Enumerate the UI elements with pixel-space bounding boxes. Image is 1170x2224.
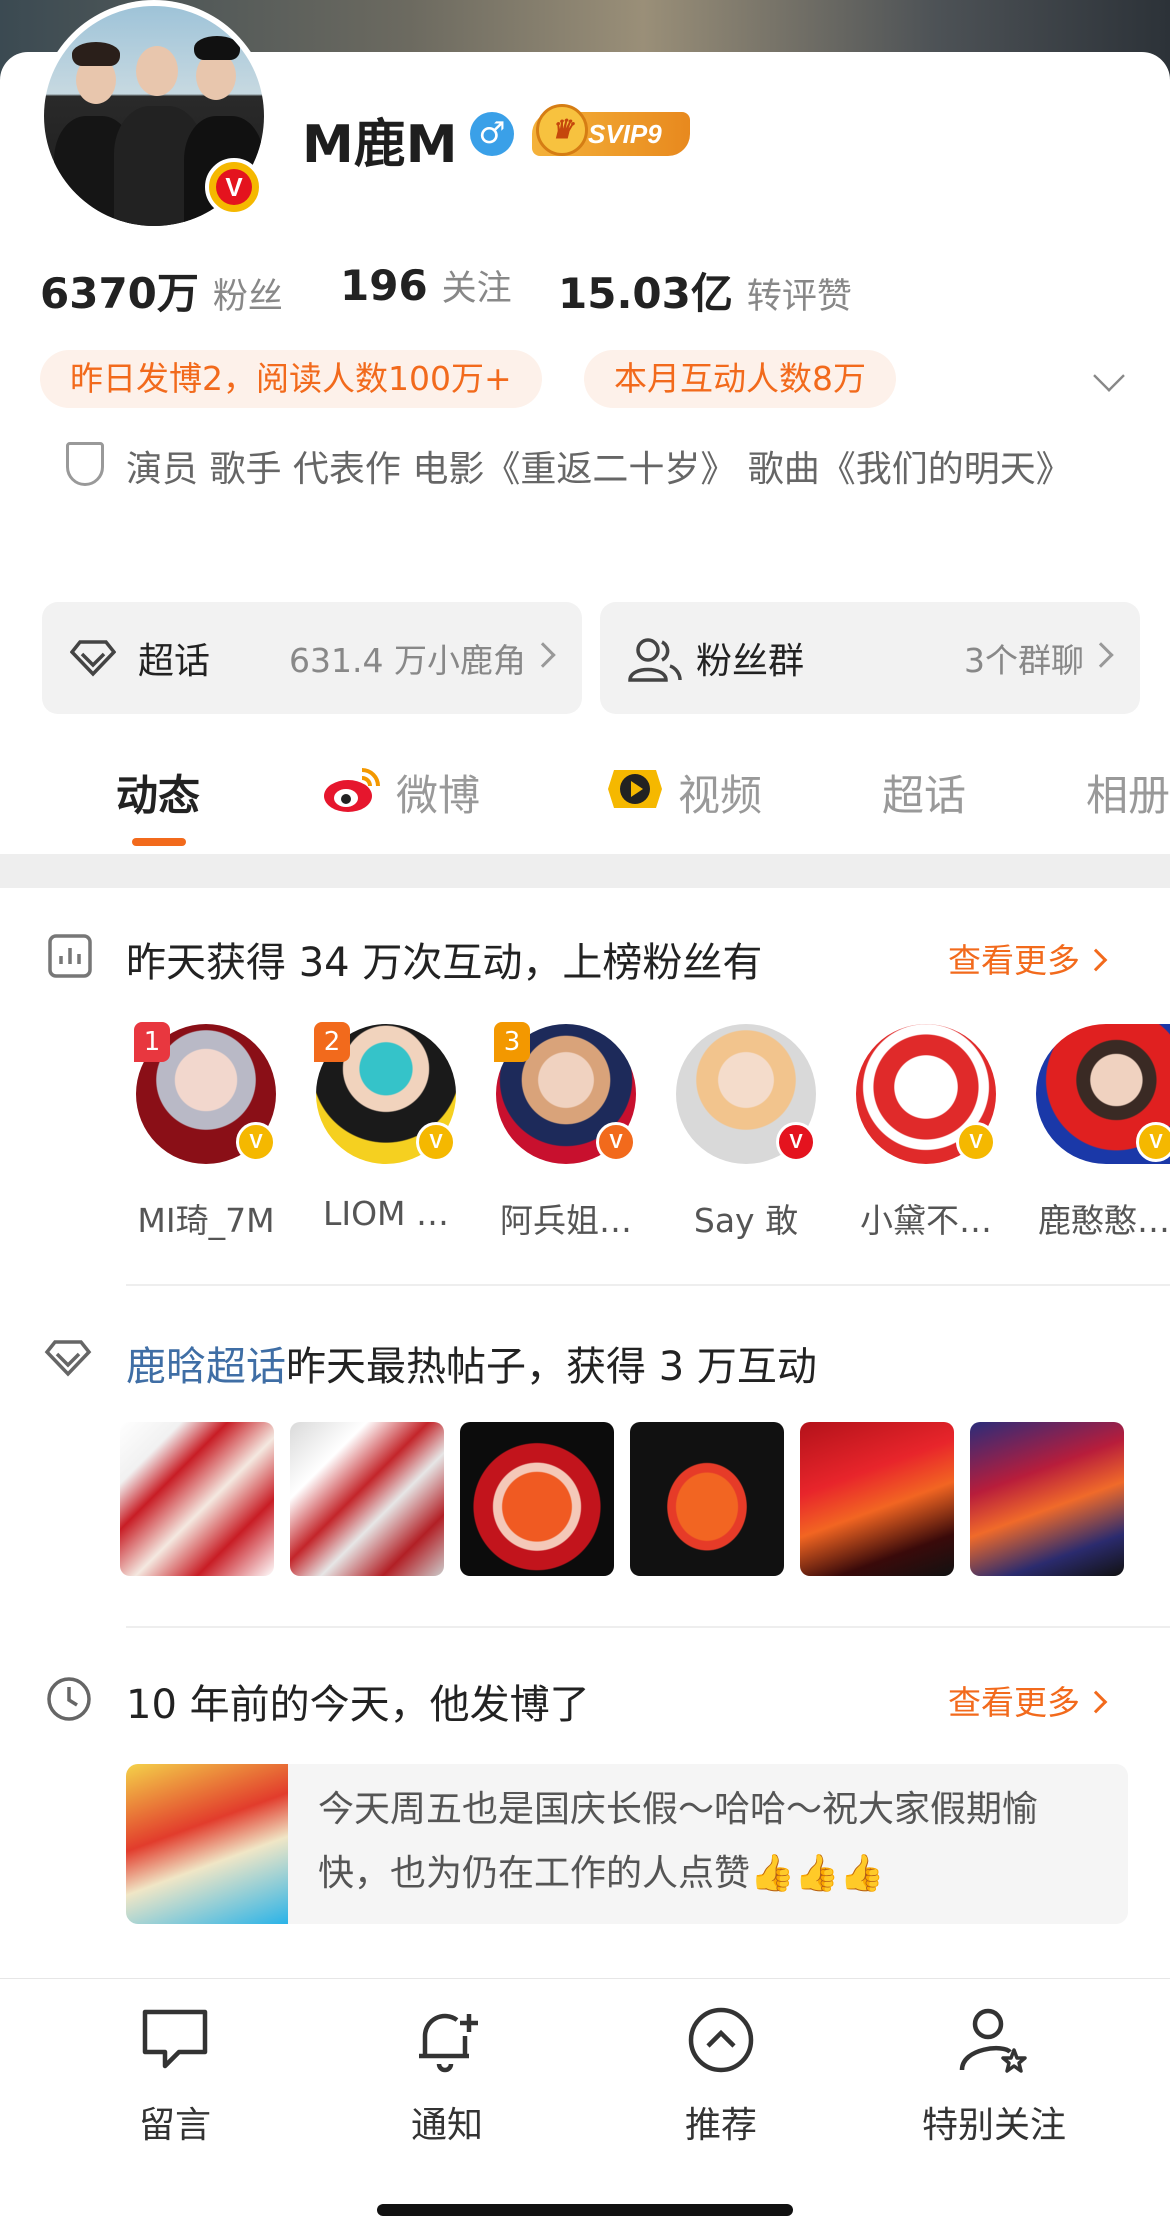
post-thumbnail[interactable] [460, 1422, 614, 1576]
stat-followers[interactable]: 6370万 粉丝 [40, 260, 283, 321]
hot-post-title: 鹿晗超话昨天最热帖子，获得 3 万互动 [126, 1344, 817, 1390]
svip-badge[interactable]: ♛ SVIP9 [532, 104, 690, 156]
post-thumbnail[interactable] [800, 1422, 954, 1576]
chevron-up-circle-icon [688, 2007, 754, 2073]
comment-button[interactable]: 留言 [90, 2004, 260, 2148]
fan-name[interactable]: LIOM … [296, 1194, 476, 1233]
fan-name[interactable]: Say 敢 [656, 1194, 836, 1242]
supertopic-value: 631.4 万小鹿角 [289, 641, 526, 680]
supertopic-label: 超话 [138, 641, 211, 682]
memory-post-image [126, 1764, 288, 1924]
special-follow-button[interactable]: 特别关注 [908, 2004, 1080, 2148]
verified-badge: V [596, 1122, 636, 1162]
fan-group-value: 3个群聊 [964, 641, 1084, 680]
divider [126, 1284, 1170, 1286]
rank-badge: 1 [134, 1022, 170, 1062]
interaction-more-link[interactable]: 查看更多 [948, 934, 1108, 982]
verified-badge: V [205, 158, 263, 216]
monthly-interaction-pill[interactable]: 本月互动人数8万 [584, 350, 896, 408]
profile-bio: 演员 歌手 代表作 电影《重返二十岁》 歌曲《我们的明天》 [126, 449, 1072, 490]
memory-post-card[interactable]: 今天周五也是国庆长假～哈哈～祝大家假期愉快，也为仍在工作的人点赞👍👍👍 [126, 1764, 1128, 1924]
fan-name[interactable]: 小黛不… [836, 1194, 1016, 1242]
fan-group-box[interactable]: 粉丝群 3个群聊 [600, 602, 1140, 714]
memory-post-text: 今天周五也是国庆长假～哈哈～祝大家假期愉快，也为仍在工作的人点赞👍👍👍 [318, 1789, 1039, 1894]
interaction-title: 昨天获得 34 万次互动，上榜粉丝有 [126, 940, 763, 986]
tab-video[interactable]: 视频 [678, 762, 762, 823]
stat-engagement[interactable]: 15.03亿 转评赞 [558, 260, 852, 321]
user-star-icon [959, 2008, 1027, 2073]
stat-following[interactable]: 196 关注 [340, 260, 512, 311]
diamond-icon [70, 640, 116, 677]
post-thumbnail[interactable] [290, 1422, 444, 1576]
fan-name[interactable]: MI琦_7M [116, 1194, 296, 1242]
comment-icon [142, 2009, 208, 2069]
recommend-button[interactable]: 推荐 [636, 2004, 806, 2148]
shield-icon [66, 442, 104, 486]
rank-badge: 2 [314, 1022, 350, 1062]
verified-badge: V [1136, 1122, 1170, 1162]
tab-supertopic[interactable]: 超话 [882, 762, 966, 823]
post-thumbnail[interactable] [120, 1422, 274, 1576]
memory-more-link[interactable]: 查看更多 [948, 1676, 1108, 1724]
verified-badge: V [236, 1122, 276, 1162]
bar-chart-icon [48, 934, 92, 978]
bell-plus-icon [419, 2013, 478, 2073]
verified-badge: V [956, 1122, 996, 1162]
diamond-icon [44, 1340, 92, 1377]
memory-title: 10 年前的今天，他发博了 [126, 1682, 590, 1728]
supertopic-link[interactable]: 鹿晗超话 [126, 1344, 286, 1390]
fan-group-label: 粉丝群 [696, 641, 805, 682]
verified-badge: V [416, 1122, 456, 1162]
home-indicator [377, 2204, 793, 2216]
profile-name: M鹿M [302, 115, 458, 175]
crown-icon: ♛ [536, 104, 588, 156]
chevron-right-icon [1088, 642, 1114, 668]
people-icon [628, 638, 682, 682]
clock-icon [47, 1677, 91, 1721]
tab-weibo[interactable]: 微博 [396, 762, 480, 823]
tab-album[interactable]: 相册 [1086, 762, 1170, 823]
video-icon [608, 770, 662, 808]
chevron-down-icon[interactable] [1093, 360, 1125, 392]
supertopic-box[interactable]: 超话 631.4 万小鹿角 [42, 602, 582, 714]
tab-feed[interactable]: 动态 [116, 762, 200, 823]
verified-badge: V [776, 1122, 816, 1162]
male-icon: ♂ [470, 112, 514, 156]
divider [126, 1626, 1170, 1628]
section-gap [0, 854, 1170, 888]
weibo-icon [324, 768, 380, 812]
notify-button[interactable]: 通知 [362, 2004, 532, 2148]
active-tab-indicator [132, 838, 186, 846]
yesterday-post-pill[interactable]: 昨日发博2，阅读人数100万+ [40, 350, 542, 408]
fan-name[interactable]: 阿兵姐… [476, 1194, 656, 1242]
rank-badge: 3 [494, 1022, 530, 1062]
post-thumbnail[interactable] [970, 1422, 1124, 1576]
chevron-right-icon [530, 642, 556, 668]
post-thumbnail[interactable] [630, 1422, 784, 1576]
fan-name[interactable]: 鹿憨憨… [1016, 1194, 1170, 1242]
